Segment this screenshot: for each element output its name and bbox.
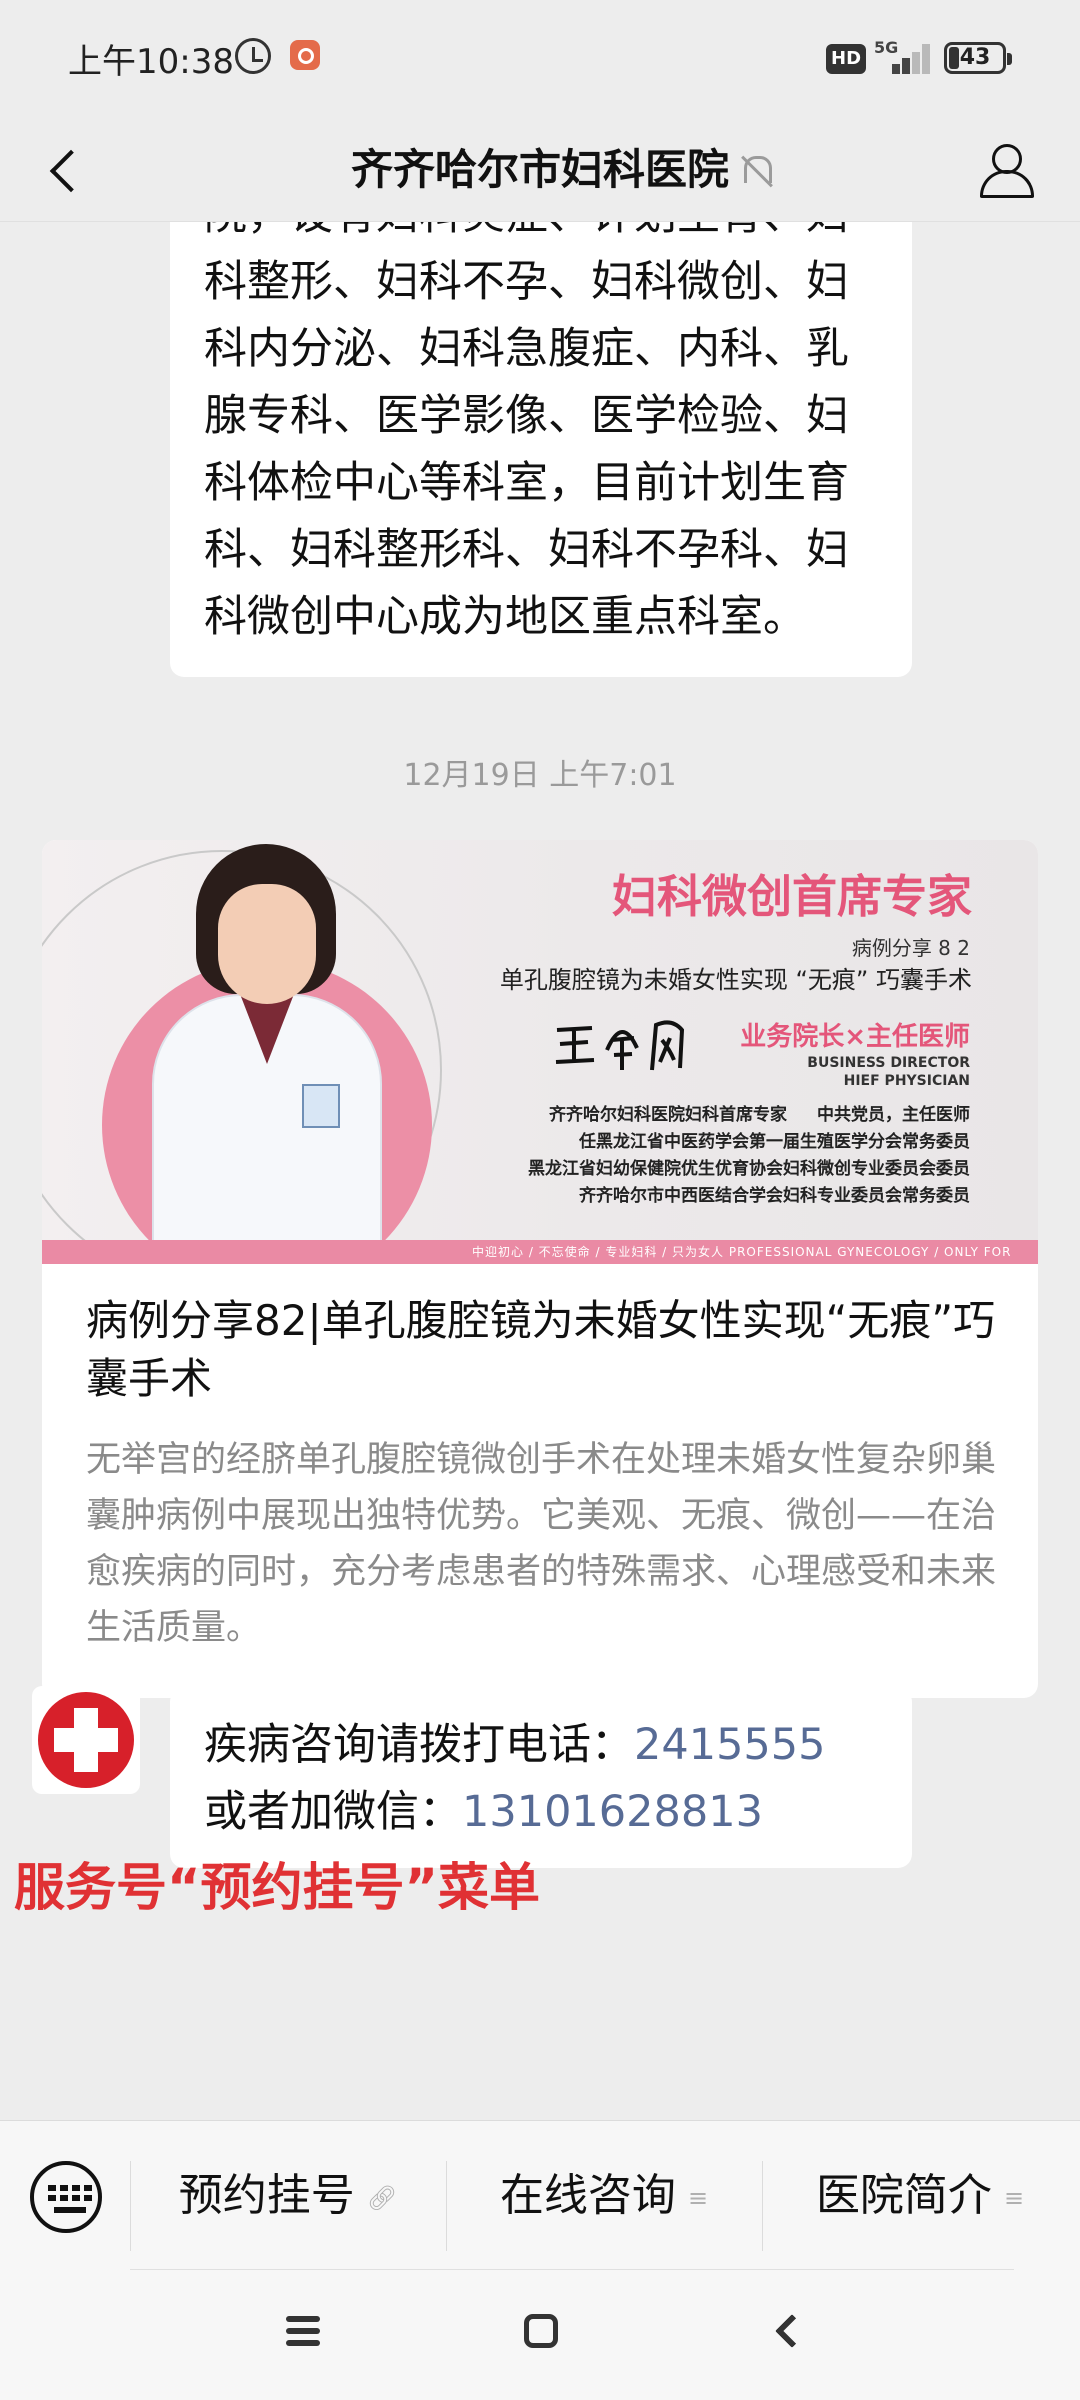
system-back-icon[interactable] <box>770 2316 800 2346</box>
message-bubble-intro: 院，设有妇科炎症、计划生育、妇科整形、妇科不孕、妇科微创、妇科内分泌、妇科急腹症… <box>170 222 912 677</box>
menu-item-hospital-intro[interactable]: 医院简介 ≡ <box>762 2141 1078 2251</box>
link-icon: 🔗︎ <box>366 2184 398 2212</box>
battery-icon: 43 <box>944 42 1012 74</box>
home-icon[interactable] <box>524 2314 558 2348</box>
banner-title: 妇科微创首席专家 <box>611 870 972 923</box>
account-title: 齐齐哈尔市妇科医院 <box>350 145 729 194</box>
article-card[interactable]: 妇科微创首席专家 病例分享 8 2 单孔腹腔镜为未婚女性实现 “无痕” 巧囊手术… <box>42 840 1038 1698</box>
profile-icon[interactable] <box>976 138 1034 198</box>
hd-badge: HD <box>826 44 867 74</box>
menu-item-online-consult[interactable]: 在线咨询 ≡ <box>446 2141 762 2251</box>
wechat-id-link[interactable]: 13101628813 <box>462 1787 763 1837</box>
recent-apps-icon[interactable] <box>286 2316 320 2346</box>
status-bar: 上午10:38 HD 5G 43 <box>0 0 1080 118</box>
service-menu-bar: 预约挂号 🔗︎ 在线咨询 ≡ 医院简介 ≡ <box>0 2120 1080 2270</box>
banner-subtitle: 单孔腹腔镜为未婚女性实现 “无痕” 巧囊手术 <box>499 966 972 994</box>
article-banner: 妇科微创首席专家 病例分享 8 2 单孔腹腔镜为未婚女性实现 “无痕” 巧囊手术… <box>42 840 1038 1264</box>
status-time: 上午10:38 <box>68 42 234 82</box>
submenu-icon: ≡ <box>687 2184 709 2212</box>
message-bubble-contact: 疾病咨询请拨打电话：2415555 或者加微信：13101628813 <box>170 1688 912 1868</box>
banner-role: 业务院长×主任医师 <box>740 1022 970 1052</box>
article-description: 无举宫的经脐单孔腹腔镜微创手术在处理未婚女性复杂卵巢囊肿病例中展现出独特优势。它… <box>86 1440 997 1648</box>
app-notification-icon <box>290 40 320 70</box>
doctor-signature <box>555 1020 685 1071</box>
alarm-icon <box>235 38 271 74</box>
banner-credentials: 齐齐哈尔妇科医院妇科首席专家 中共党员，主任医师 任黑龙江省中医药学会第一届生殖医… <box>528 1105 970 1206</box>
red-cross-icon <box>54 1708 118 1772</box>
keyboard-icon[interactable] <box>30 2161 102 2233</box>
menu-item-appointment[interactable]: 预约挂号 🔗︎ <box>130 2141 446 2251</box>
doctor-photo <box>152 844 382 1260</box>
mute-bell-icon <box>738 152 772 192</box>
article-title[interactable]: 病例分享82|单孔腹腔镜为未婚女性实现“无痕”巧囊手术 <box>86 1292 1006 1408</box>
banner-case-number: 病例分享 8 2 <box>851 936 970 960</box>
name-badge <box>302 1084 340 1128</box>
banner-slogan-strip: 中迎初心 / 不忘使命 / 专业妇科 / 只为女人 PROFESSIONAL G… <box>42 1240 1038 1264</box>
system-nav-bar <box>0 2270 1080 2400</box>
hospital-avatar[interactable] <box>32 1686 140 1794</box>
timestamp: 12月19日 上午7:01 <box>403 758 677 793</box>
submenu-icon: ≡ <box>1003 2184 1025 2212</box>
menu-annotation: 服务号“预约挂号”菜单 <box>14 1859 541 1918</box>
signal-icon <box>878 40 934 74</box>
phone-link[interactable]: 2415555 <box>634 1720 826 1770</box>
chat-header: 齐齐哈尔市妇科医院 <box>0 118 1080 222</box>
banner-role-en: BUSINESS DIRECTOR HIEF PHYSICIAN <box>807 1055 970 1089</box>
